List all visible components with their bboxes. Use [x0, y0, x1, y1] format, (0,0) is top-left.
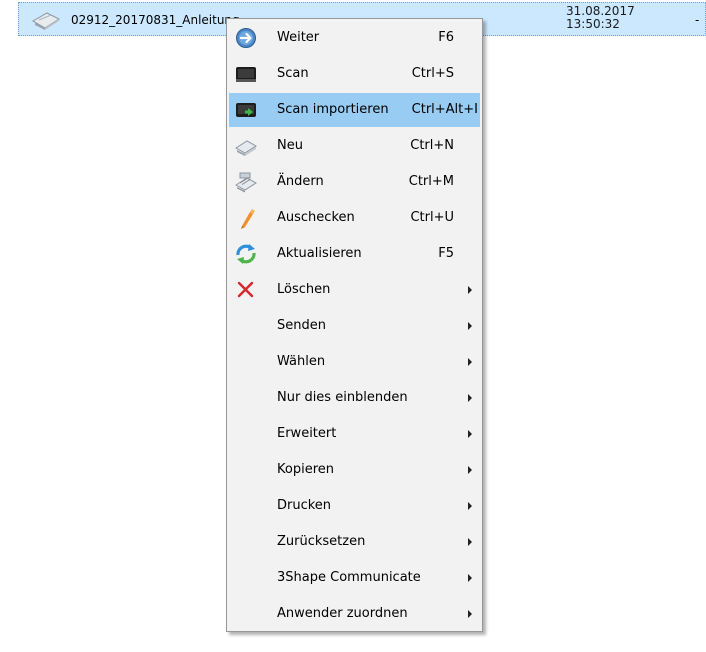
- menu-item-label: Kopieren: [277, 462, 334, 477]
- menu-item-neu[interactable]: Neu Ctrl+N: [229, 129, 480, 163]
- menu-item-shortcut: F6: [438, 30, 454, 45]
- scanner-import-icon: [236, 103, 256, 117]
- menu-item-shortcut: Ctrl+M: [408, 174, 454, 189]
- new-document-icon: [235, 140, 257, 156]
- arrow-right-circle-icon: [236, 28, 256, 48]
- menu-item-label: Aktualisieren: [277, 246, 362, 261]
- menu-item-label: Erweitert: [277, 426, 337, 441]
- refresh-icon: [236, 244, 256, 264]
- menu-item-label: Zurücksetzen: [277, 534, 366, 549]
- menu-item-label: Drucken: [277, 498, 332, 513]
- menu-item-shortcut: Ctrl+S: [411, 66, 454, 81]
- menu-item-label: Nur dies einblenden: [277, 390, 408, 405]
- menu-item-aktualisieren[interactable]: Aktualisieren F5: [229, 237, 480, 271]
- menu-item-zuruecksetzen[interactable]: Zurücksetzen: [229, 525, 480, 559]
- menu-item-loeschen[interactable]: Löschen: [229, 273, 480, 307]
- submenu-arrow-icon: [468, 322, 472, 330]
- submenu-arrow-icon: [468, 358, 472, 366]
- file-name: 02912_20170831_Anleitung: [71, 13, 240, 27]
- menu-item-senden[interactable]: Senden: [229, 309, 480, 343]
- checkout-icon: [241, 209, 255, 229]
- scanner-icon: [236, 67, 256, 82]
- menu-item-scan-importieren[interactable]: Scan importieren Ctrl+Alt+I: [229, 93, 480, 127]
- file-date-time: 13:50:32: [566, 17, 620, 31]
- menu-item-label: Senden: [277, 318, 326, 333]
- edit-document-icon: [235, 172, 257, 193]
- menu-item-erweitert[interactable]: Erweitert: [229, 417, 480, 451]
- menu-item-label: Scan: [277, 66, 309, 81]
- submenu-arrow-icon: [468, 466, 472, 474]
- document-scan-icon: [32, 12, 61, 30]
- menu-item-nur-dies-einblenden[interactable]: Nur dies einblenden: [229, 381, 480, 415]
- menu-item-scan[interactable]: Scan Ctrl+S: [229, 57, 480, 91]
- menu-item-label: Löschen: [277, 282, 331, 297]
- menu-item-drucken[interactable]: Drucken: [229, 489, 480, 523]
- menu-item-label: Neu: [277, 138, 303, 153]
- menu-item-anwender-zuordnen[interactable]: Anwender zuordnen: [229, 597, 480, 631]
- context-menu: Weiter F6 Scan Ctrl+S Scan importieren C…: [226, 18, 483, 632]
- submenu-arrow-icon: [468, 574, 472, 582]
- menu-item-label: Wählen: [277, 354, 326, 369]
- menu-item-shortcut: Ctrl+N: [410, 138, 454, 153]
- menu-item-label: Weiter: [277, 30, 320, 45]
- menu-item-3shape-communicate[interactable]: 3Shape Communicate: [229, 561, 480, 595]
- submenu-arrow-icon: [468, 286, 472, 294]
- menu-item-shortcut: F5: [438, 246, 454, 261]
- menu-item-label: Anwender zuordnen: [277, 606, 408, 621]
- menu-item-label: Auschecken: [277, 210, 355, 225]
- menu-item-shortcut: Ctrl+U: [410, 210, 454, 225]
- menu-item-weiter[interactable]: Weiter F6: [229, 21, 480, 55]
- menu-item-label: Scan importieren: [277, 102, 389, 117]
- delete-x-icon: [237, 281, 254, 298]
- menu-item-kopieren[interactable]: Kopieren: [229, 453, 480, 487]
- submenu-arrow-icon: [468, 394, 472, 402]
- submenu-arrow-icon: [468, 610, 472, 618]
- menu-item-shortcut: Ctrl+Alt+I: [411, 102, 478, 117]
- submenu-arrow-icon: [468, 502, 472, 510]
- menu-item-label: Ändern: [277, 174, 324, 189]
- file-date: 31.08.2017 13:50:32: [566, 5, 635, 31]
- menu-item-aendern[interactable]: Ändern Ctrl+M: [229, 165, 480, 199]
- menu-item-waehlen[interactable]: Wählen: [229, 345, 480, 379]
- menu-item-auschecken[interactable]: Auschecken Ctrl+U: [229, 201, 480, 235]
- file-extra: -: [695, 13, 700, 27]
- submenu-arrow-icon: [468, 538, 472, 546]
- menu-item-label: 3Shape Communicate: [277, 570, 421, 585]
- submenu-arrow-icon: [468, 430, 472, 438]
